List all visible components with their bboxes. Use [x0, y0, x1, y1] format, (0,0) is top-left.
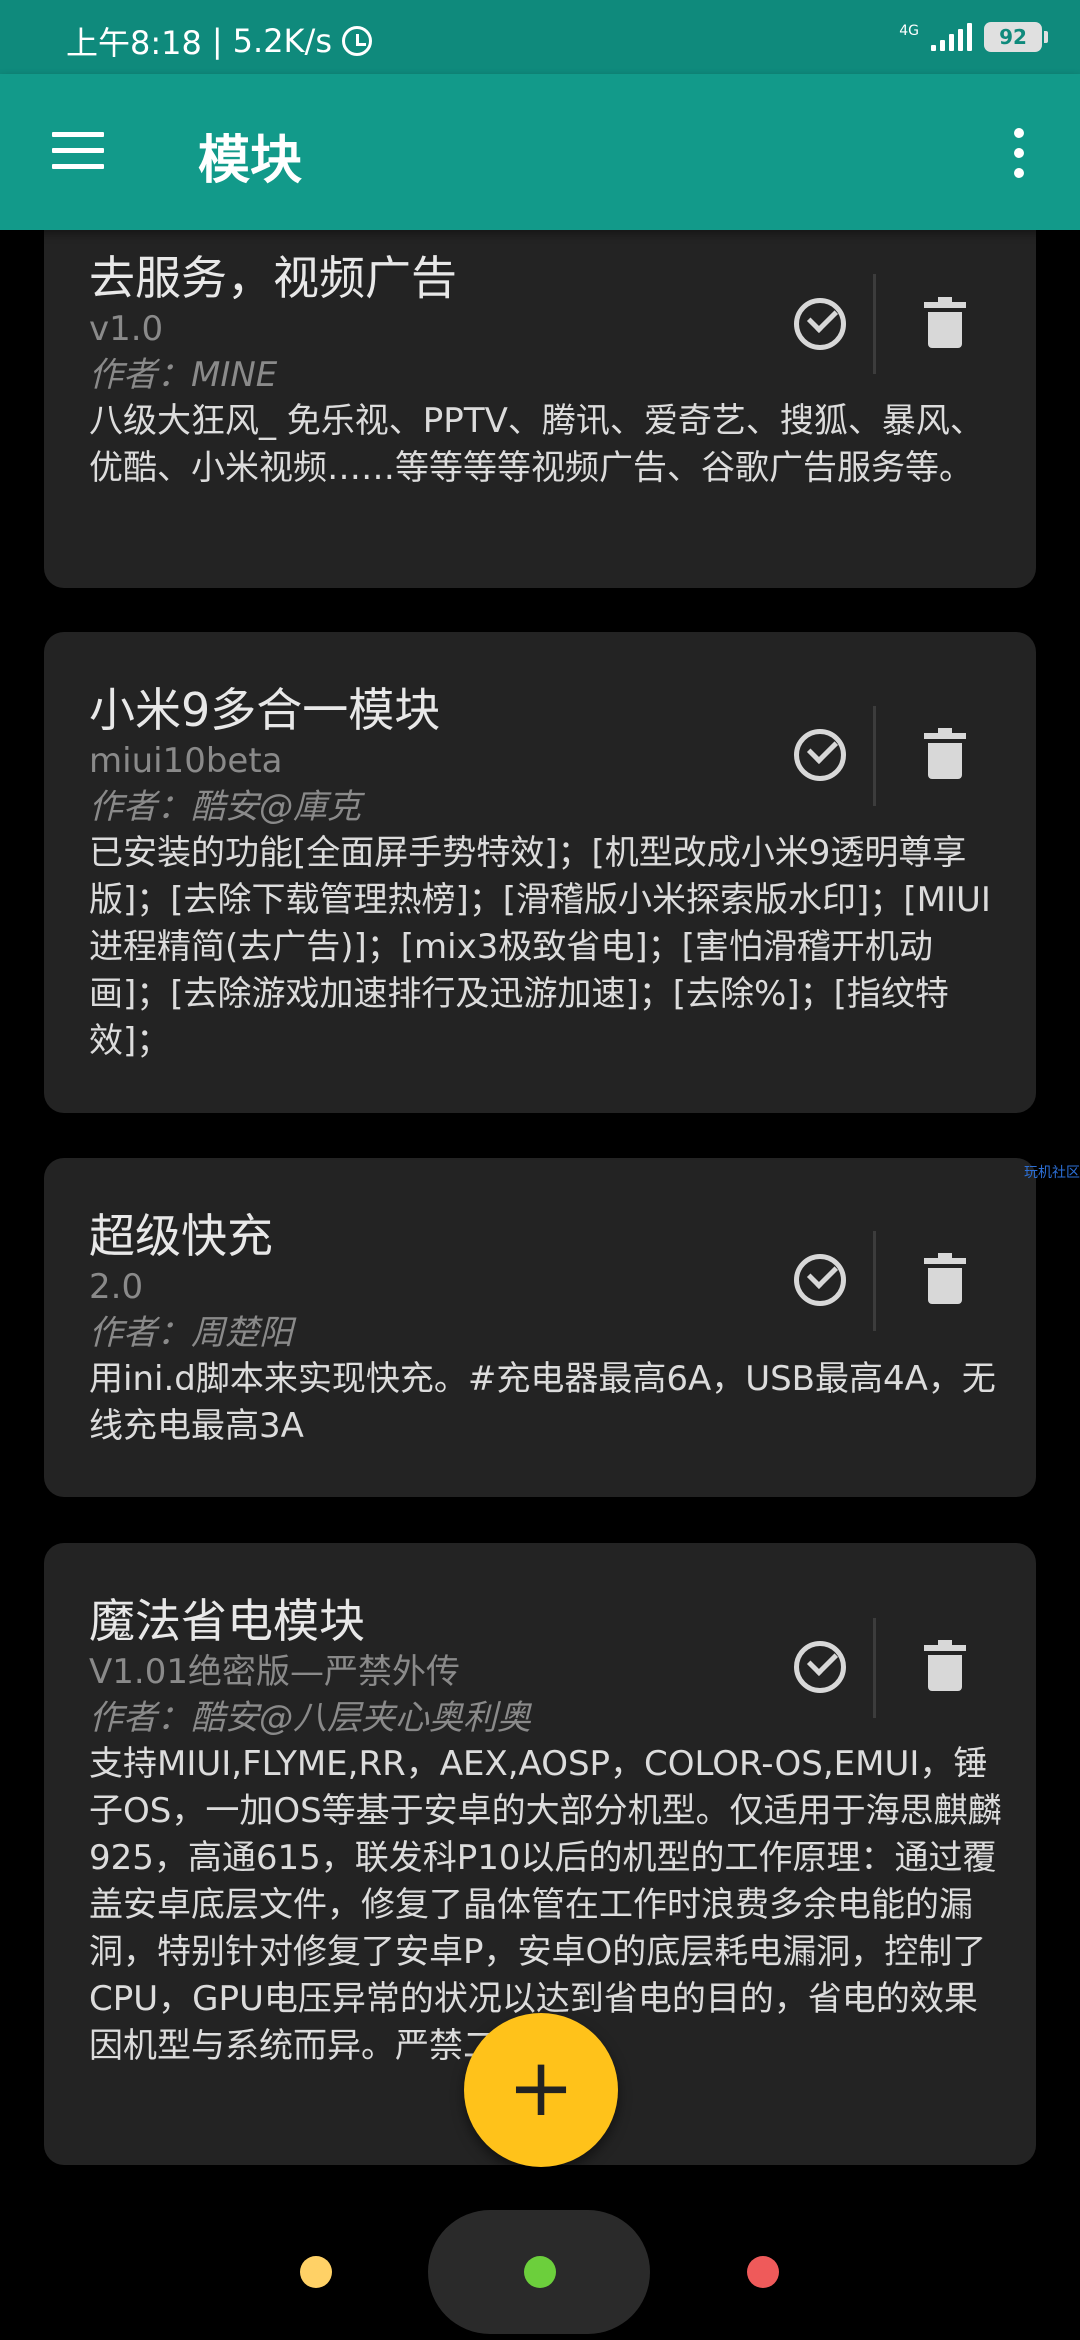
battery-icon: 92 [984, 22, 1048, 52]
module-title: 去服务，视频广告 [89, 251, 457, 305]
status-net-speed: 5.2K/s [232, 22, 332, 60]
module-author: 作者：酷安@庫克 [89, 787, 361, 827]
hamburger-menu-icon[interactable] [52, 132, 104, 172]
module-card[interactable]: 去服务，视频广告 v1.0 作者：MINE 八级大狂风_ 免乐视、PPTV、腾讯… [44, 190, 1036, 588]
nav-tab-yellow[interactable] [300, 2256, 332, 2288]
divider [873, 706, 876, 806]
status-left: 上午8:18 | 5.2K/s [66, 18, 372, 64]
alarm-clock-icon [341, 26, 372, 56]
trash-icon[interactable] [924, 1640, 966, 1691]
watermark: 玩机社区 [1024, 1165, 1080, 1181]
divider [873, 1618, 876, 1718]
plus-icon: + [507, 2041, 575, 2134]
module-title: 小米9多合一模块 [89, 683, 441, 737]
check-circle-icon[interactable] [794, 1254, 846, 1306]
module-version: miui10beta [89, 741, 283, 781]
module-title: 魔法省电模块 [89, 1594, 365, 1648]
module-card[interactable]: 小米9多合一模块 miui10beta 作者：酷安@庫克 已安装的功能[全面屏手… [44, 632, 1036, 1113]
trash-icon[interactable] [924, 297, 966, 348]
status-right: 4G 92 [899, 22, 1048, 52]
status-time: 上午8:18 [66, 24, 202, 62]
module-description: 八级大狂风_ 免乐视、PPTV、腾讯、爱奇艺、搜狐、暴风、优酷、小米视频……等等… [89, 401, 984, 488]
divider [873, 1231, 876, 1331]
network-type: 4G [899, 23, 919, 39]
bottom-nav [0, 2190, 1080, 2340]
signal-bars-icon [931, 23, 972, 51]
app-bar: 模块 [0, 74, 1080, 230]
more-vert-icon[interactable] [1014, 128, 1026, 178]
add-module-button[interactable]: + [464, 2013, 618, 2167]
module-version: 2.0 [89, 1267, 144, 1307]
module-version: v1.0 [89, 309, 164, 349]
module-author: 作者：MINE [89, 355, 278, 395]
module-version: V1.01绝密版—严禁外传 [89, 1652, 460, 1692]
module-author: 作者：酷安@八层夹心奥利奥 [89, 1698, 531, 1738]
trash-icon[interactable] [924, 1253, 966, 1304]
status-separator: | [211, 22, 223, 60]
check-circle-icon[interactable] [794, 298, 846, 350]
module-description: 用ini.d脚本来实现快充。#充电器最高6A，USB最高4A，无线充电最高3A [89, 1359, 996, 1446]
divider [873, 274, 876, 374]
check-circle-icon[interactable] [794, 729, 846, 781]
check-circle-icon[interactable] [794, 1641, 846, 1693]
status-bar: 上午8:18 | 5.2K/s 4G 92 [0, 0, 1080, 74]
trash-icon[interactable] [924, 728, 966, 779]
page-title: 模块 [198, 131, 303, 191]
module-author: 作者：周楚阳 [89, 1313, 293, 1353]
nav-tab-green[interactable] [524, 2256, 556, 2288]
module-card[interactable]: 超级快充 2.0 作者：周楚阳 用ini.d脚本来实现快充。#充电器最高6A，U… [44, 1158, 1036, 1497]
module-description: 已安装的功能[全面屏手势特效]；[机型改成小米9透明尊享版]；[去除下载管理热榜… [89, 833, 991, 1061]
nav-tab-red[interactable] [747, 2256, 779, 2288]
module-title: 超级快充 [89, 1209, 273, 1263]
